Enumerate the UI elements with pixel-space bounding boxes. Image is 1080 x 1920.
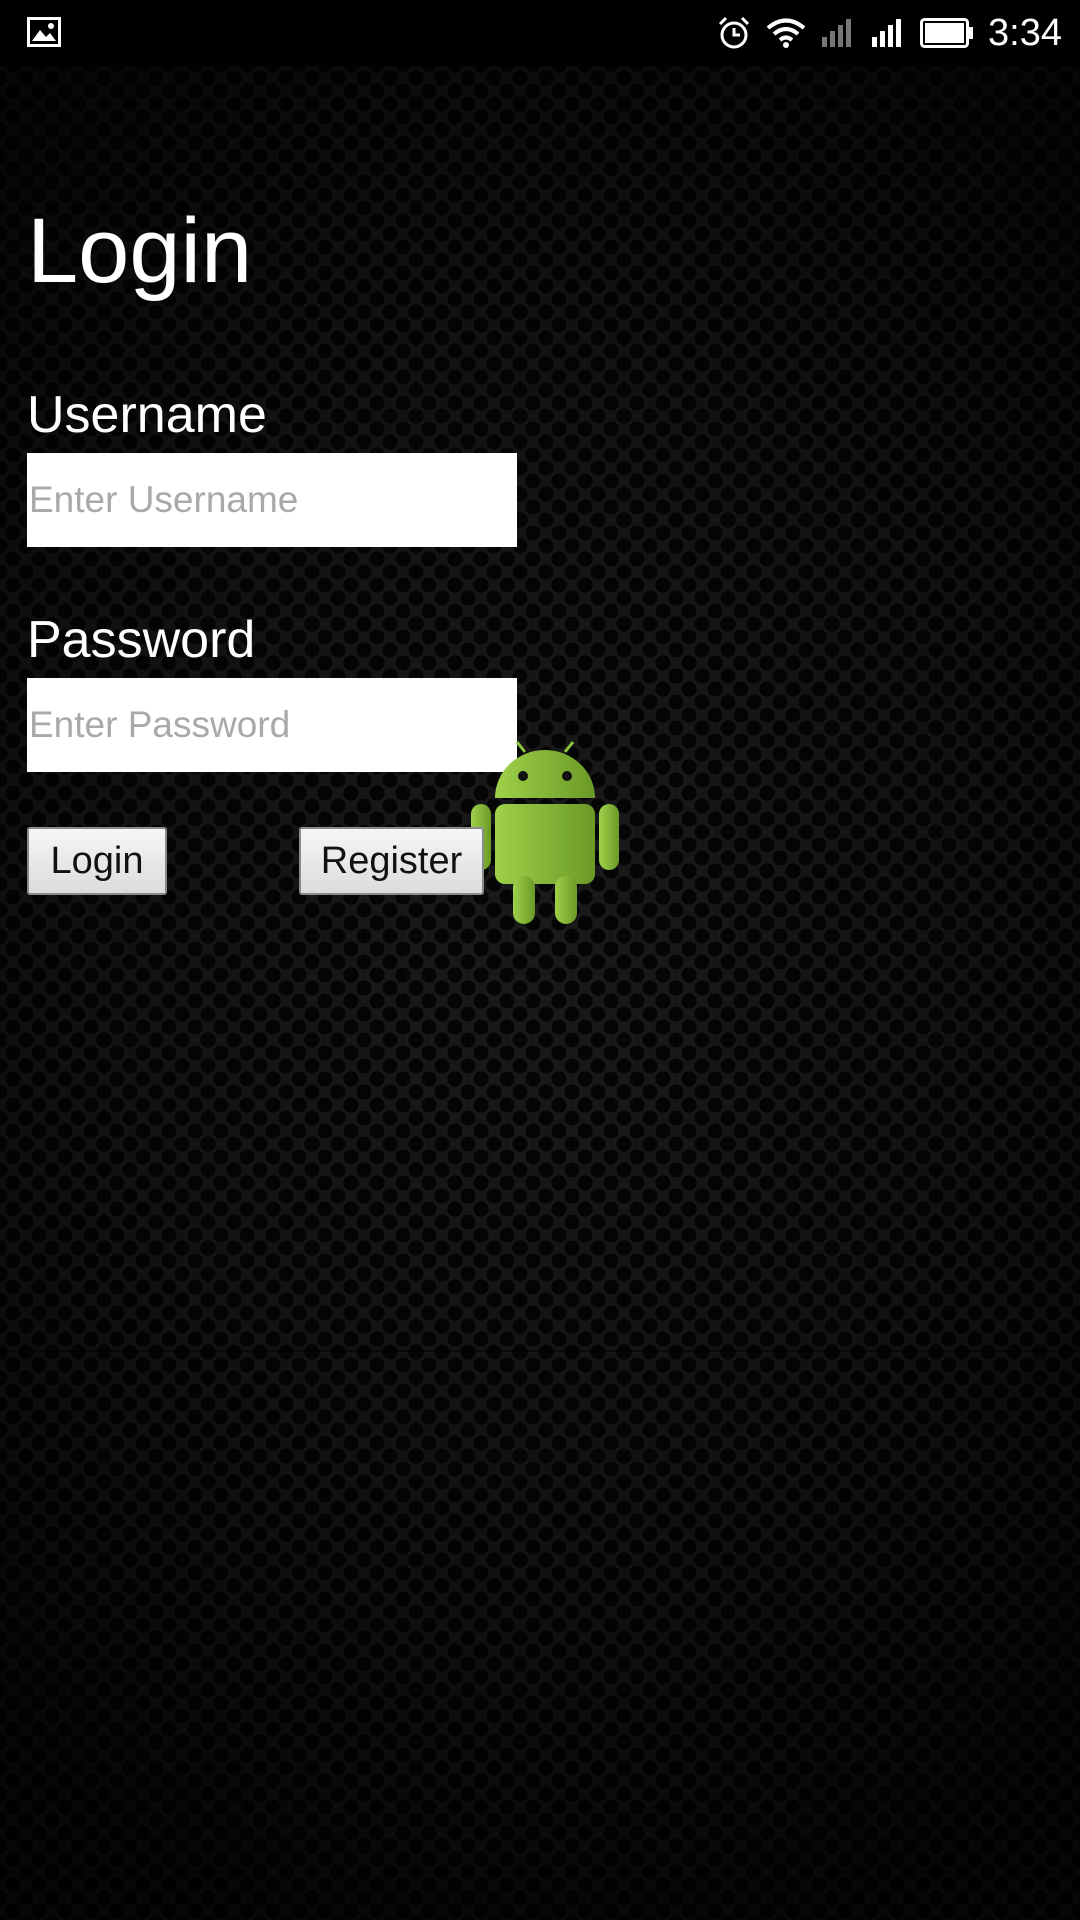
signal-sim1-icon [820, 17, 856, 49]
username-label: Username [27, 386, 267, 444]
username-input[interactable] [27, 453, 517, 547]
status-bar: 3:34 [0, 0, 1080, 66]
password-label: Password [27, 611, 256, 669]
login-button[interactable]: Login [27, 827, 167, 895]
wifi-icon [766, 17, 806, 49]
status-bar-time: 3:34 [988, 12, 1062, 54]
background-seam [0, 1350, 1080, 1352]
page-title: Login [27, 200, 253, 302]
password-input[interactable] [27, 678, 517, 772]
signal-sim2-icon [870, 17, 906, 49]
image-notification-icon [27, 17, 61, 51]
alarm-icon [716, 15, 752, 51]
battery-icon [920, 18, 974, 48]
register-button[interactable]: Register [299, 827, 484, 895]
